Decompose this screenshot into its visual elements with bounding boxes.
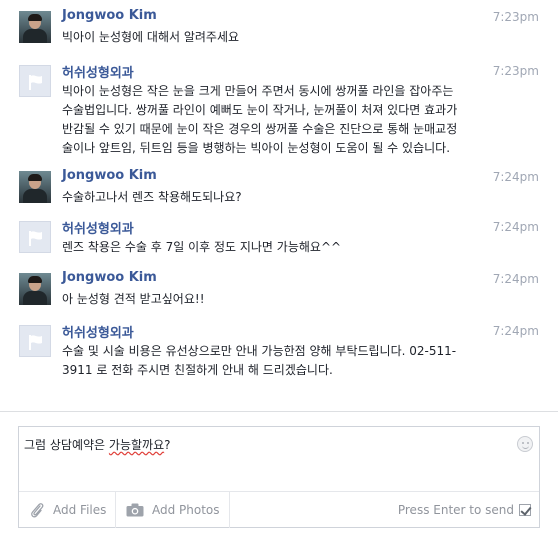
enter-to-send-label: Press Enter to send (397, 503, 514, 517)
add-files-button[interactable]: Add Files (19, 492, 116, 528)
sender-name[interactable]: 허쉬성형외과 (62, 62, 134, 81)
message-item: Jongwoo Kim 7:24pm 아 눈성형 견적 받고싶어요!! (0, 262, 558, 314)
page-flag-icon[interactable] (19, 221, 51, 253)
message-text: 수술하고나서 렌즈 착용해도되나요? (62, 188, 492, 207)
page-flag-icon[interactable] (19, 65, 51, 97)
message-thread: Jongwoo Kim 7:23pm 빅아이 눈성형에 대해서 알려주세요 허쉬… (0, 0, 558, 410)
message-text: 아 눈성형 견적 받고싶어요!! (62, 290, 492, 309)
composer-toolbar: Add Files Add Photos Press Enter to send (19, 491, 539, 528)
add-photos-button[interactable]: Add Photos (116, 492, 230, 528)
message-line: 아 눈성형 견적 받고싶어요!! (62, 292, 205, 306)
message-timestamp: 7:24pm (492, 220, 539, 234)
sender-name[interactable]: Jongwoo Kim (62, 8, 157, 23)
enter-to-send-checkbox[interactable] (519, 504, 531, 516)
enter-to-send-toggle[interactable]: Press Enter to send (398, 492, 531, 528)
sender-name[interactable]: Jongwoo Kim (62, 270, 157, 285)
message-item: Jongwoo Kim 7:24pm 수술하고나서 렌즈 착용해도되나요? (0, 160, 558, 212)
message-timestamp: 7:24pm (492, 170, 539, 184)
message-line: 수술 및 시술 비용은 유선상으로만 안내 가능한점 양해 부탁드립니다. 02… (62, 344, 457, 358)
avatar[interactable] (19, 273, 51, 305)
sender-name[interactable]: 허쉬성형외과 (62, 322, 134, 341)
message-line: 렌즈 착용은 수술 후 7일 이후 정도 지나면 가능해요^^ (62, 240, 342, 254)
message-input-text: 그럼 상담예약은 (24, 438, 109, 452)
add-photos-label: Add Photos (152, 503, 220, 517)
message-line: 술이나 앞트임, 뒤트임 등을 병행하는 빅아이 눈성형이 도움이 될 수 있습… (62, 141, 451, 155)
message-text: 렌즈 착용은 수술 후 7일 이후 정도 지나면 가능해요^^ (62, 238, 492, 257)
misspelled-word[interactable]: 가능할까요 (109, 438, 164, 452)
message-item: 허쉬성형외과 7:23pm 빅아이 눈성형은 작은 눈을 크게 만들어 주면서 … (0, 54, 558, 162)
message-line: 빅아이 눈성형은 작은 눈을 크게 만들어 주면서 동시에 쌍꺼풀 라인을 잡아… (62, 84, 454, 98)
sender-name[interactable]: Jongwoo Kim (62, 168, 157, 183)
message-input[interactable]: 그럼 상담예약은 가능할까요? (24, 436, 504, 453)
message-composer: 그럼 상담예약은 가능할까요? Add Files Add Photos Pre… (18, 426, 540, 528)
avatar[interactable] (19, 11, 51, 43)
message-text: 빅아이 눈성형은 작은 눈을 크게 만들어 주면서 동시에 쌍꺼풀 라인을 잡아… (62, 82, 492, 158)
message-text: 수술 및 시술 비용은 유선상으로만 안내 가능한점 양해 부탁드립니다. 02… (62, 342, 492, 380)
add-files-label: Add Files (53, 503, 107, 517)
message-item: Jongwoo Kim 7:23pm 빅아이 눈성형에 대해서 알려주세요 (0, 0, 558, 54)
message-timestamp: 7:23pm (492, 10, 539, 24)
avatar[interactable] (19, 171, 51, 203)
message-line: 3911 로 전화 주시면 친절하게 안내 해 드리겠습니다. (62, 363, 333, 377)
message-item: 허쉬성형외과 7:24pm 렌즈 착용은 수술 후 7일 이후 정도 지나면 가… (0, 210, 558, 262)
message-timestamp: 7:24pm (492, 324, 539, 338)
message-item: 허쉬성형외과 7:24pm 수술 및 시술 비용은 유선상으로만 안내 가능한점… (0, 314, 558, 398)
message-timestamp: 7:23pm (492, 64, 539, 78)
message-line: 빅아이 눈성형에 대해서 알려주세요 (62, 30, 240, 44)
message-timestamp: 7:24pm (492, 272, 539, 286)
paperclip-icon (31, 503, 44, 518)
camera-icon (126, 503, 144, 517)
message-line: 수술하고나서 렌즈 착용해도되나요? (62, 190, 242, 204)
composer-divider (0, 411, 558, 412)
sender-name[interactable]: 허쉬성형외과 (62, 218, 134, 237)
message-line: 수술법입니다. 쌍꺼풀 라인이 예뻐도 눈이 작거나, 눈꺼풀이 처져 있다면 … (62, 103, 458, 117)
page-flag-icon[interactable] (19, 325, 51, 357)
smiley-icon[interactable] (517, 436, 533, 452)
message-line: 반감될 수 있기 때문에 눈이 작은 경우의 쌍꺼풀 수술은 진단으로 통해 눈… (62, 122, 458, 136)
message-text: 빅아이 눈성형에 대해서 알려주세요 (62, 28, 492, 47)
message-input-text-end: ? (164, 438, 171, 452)
